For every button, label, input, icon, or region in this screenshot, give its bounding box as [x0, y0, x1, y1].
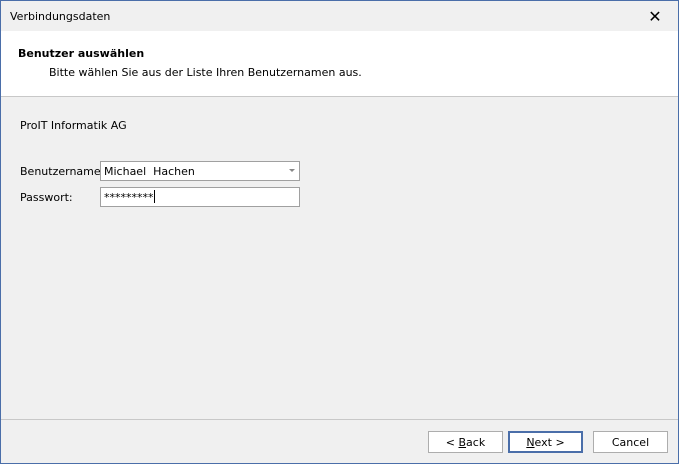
back-rest: ack: [466, 435, 486, 449]
page-subtitle: Bitte wählen Sie aus der Liste Ihren Ben…: [49, 66, 362, 79]
text-caret: [153, 190, 155, 203]
next-button[interactable]: Next >: [508, 431, 583, 453]
back-prefix: <: [445, 435, 459, 449]
close-button[interactable]: ✕: [632, 1, 678, 31]
back-mnemonic: B: [458, 435, 467, 449]
password-label: Passwort:: [20, 191, 73, 204]
next-mnemonic: N: [526, 435, 535, 449]
title-bar: Verbindungsdaten ✕: [1, 1, 678, 31]
back-button[interactable]: < Back: [428, 431, 503, 453]
wizard-header: Benutzer auswählen Bitte wählen Sie aus …: [1, 31, 678, 97]
company-name: ProIT Informatik AG: [20, 119, 127, 132]
password-value: *********: [104, 191, 154, 204]
divider: [1, 419, 678, 420]
window-title: Verbindungsdaten: [10, 10, 111, 23]
close-icon: ✕: [648, 6, 662, 26]
chevron-down-icon[interactable]: [289, 169, 295, 172]
username-label: Benutzername:: [20, 165, 105, 178]
page-title: Benutzer auswählen: [18, 47, 145, 60]
password-field[interactable]: *********: [100, 187, 300, 207]
next-rest: ext >: [534, 435, 565, 449]
username-combobox[interactable]: Michael Hachen: [100, 161, 300, 181]
username-value: Michael Hachen: [104, 165, 195, 178]
cancel-button[interactable]: Cancel: [593, 431, 668, 453]
dialog-window: Verbindungsdaten ✕ Benutzer auswählen Bi…: [0, 0, 679, 464]
